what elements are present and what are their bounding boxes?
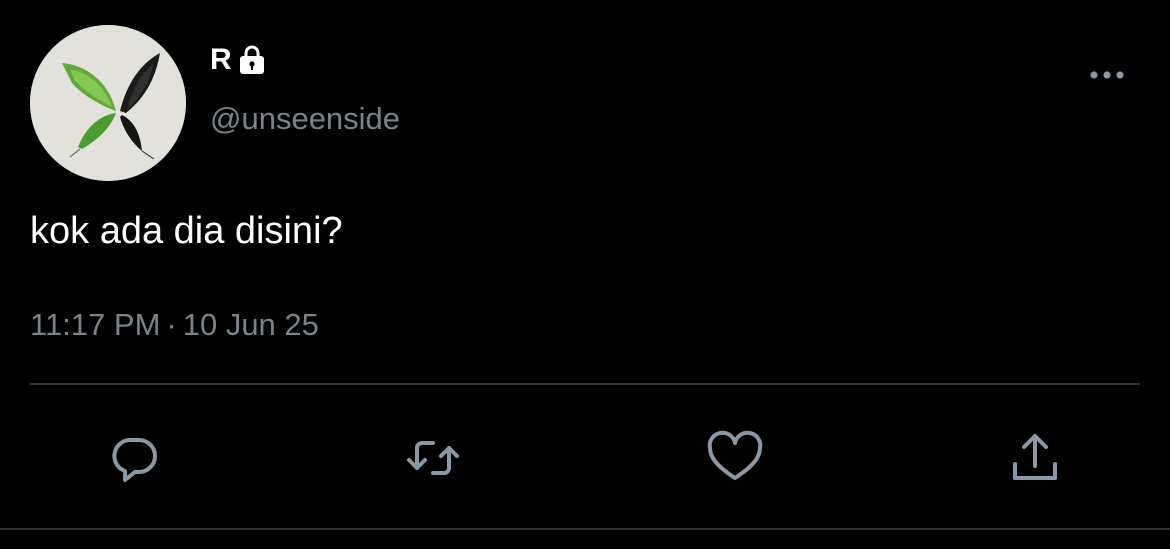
meta-separator: · [166, 307, 177, 342]
reply-button[interactable] [105, 428, 165, 488]
share-button[interactable] [1005, 428, 1065, 488]
author-name-row[interactable]: R [210, 42, 268, 78]
bottom-divider [0, 528, 1170, 530]
retweet-icon [407, 441, 459, 475]
more-icon [1090, 71, 1124, 79]
tweet-text: kok ada dia disini? [30, 210, 343, 252]
divider [30, 383, 1140, 385]
like-button[interactable] [705, 428, 765, 488]
retweet-button[interactable] [403, 428, 463, 488]
tweet-time: 11:17 PM [30, 307, 161, 342]
lock-icon [236, 44, 268, 76]
more-options-button[interactable] [1082, 60, 1132, 90]
share-icon [1013, 434, 1057, 480]
tweet-timestamp[interactable]: 11:17 PM · 10 Jun 25 [30, 307, 319, 343]
display-name[interactable]: R [210, 43, 232, 77]
reply-icon [112, 438, 157, 482]
butterfly-avatar-icon [30, 25, 186, 181]
tweet-card: R @unseenside kok ada dia disini? 11:17 … [0, 0, 1170, 549]
user-handle[interactable]: @unseenside [210, 101, 400, 137]
tweet-date: 10 Jun 25 [182, 307, 319, 342]
heart-icon [707, 430, 763, 480]
avatar[interactable] [30, 25, 186, 181]
